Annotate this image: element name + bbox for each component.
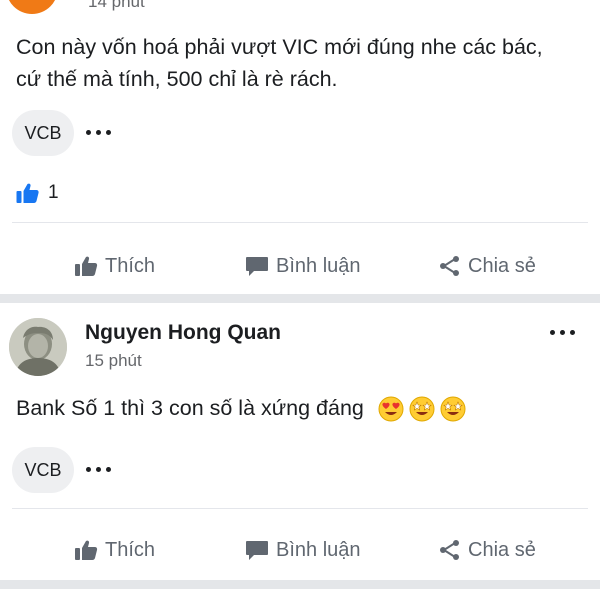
post1-avatar[interactable]	[6, 0, 58, 14]
post2-divider	[12, 508, 588, 509]
like-label: Thích	[105, 538, 156, 561]
share-icon	[440, 256, 459, 276]
post2-timestamp: 15 phút	[85, 351, 142, 370]
post1-text-line-2: cứ thế mà tính, 500 chỉ là rè rách.	[16, 67, 338, 91]
avatar-portrait-icon	[9, 318, 67, 376]
star-struck-emoji-icon	[409, 396, 435, 422]
post2-action-bar: Thích Bình luận Chia sẻ	[0, 530, 600, 570]
comment-bubble-icon	[246, 541, 268, 560]
post2-comment-button[interactable]: Bình luận	[245, 539, 361, 562]
post2-options-icon[interactable]	[550, 330, 575, 335]
post-separator	[0, 294, 600, 303]
post2-like-button[interactable]: Thích	[74, 539, 155, 562]
post1-comment-button[interactable]: Bình luận	[245, 255, 361, 278]
post2-emojis	[378, 396, 466, 422]
post1-tag-pill[interactable]: VCB	[12, 110, 74, 156]
like-thumb-icon	[16, 183, 39, 203]
post1-share-button[interactable]: Chia sẻ	[439, 255, 536, 278]
comment-label: Bình luận	[276, 538, 361, 561]
post1-more-tags-icon[interactable]	[86, 130, 111, 135]
post1-text-line-1: Con này vốn hoá phải vượt VIC mới đúng n…	[16, 35, 543, 59]
post2-share-button[interactable]: Chia sẻ	[439, 539, 536, 562]
share-icon	[440, 540, 459, 560]
post1-action-bar: Thích Bình luận Chia sẻ	[0, 246, 600, 286]
post1-like-count: 1	[48, 182, 59, 203]
post2-text: Bank Số 1 thì 3 con số là xứng đáng	[16, 396, 364, 420]
post1-like-button[interactable]: Thích	[74, 255, 155, 278]
share-label: Chia sẻ	[468, 254, 536, 277]
thumb-up-icon	[75, 256, 98, 276]
comment-label: Bình luận	[276, 254, 361, 277]
post1-timestamp: 14 phút	[88, 0, 145, 11]
post2-author-name[interactable]: Nguyen Hong Quan	[85, 321, 281, 345]
post1-divider	[12, 222, 588, 223]
like-label: Thích	[105, 254, 156, 277]
star-struck-emoji-icon	[440, 396, 466, 422]
post2-author-avatar[interactable]	[9, 318, 67, 376]
share-label: Chia sẻ	[468, 538, 536, 561]
post2-more-tags-icon[interactable]	[86, 467, 111, 472]
thumb-up-icon	[75, 540, 98, 560]
post1-like-summary[interactable]: 1	[15, 182, 59, 204]
post-separator	[0, 580, 600, 589]
comment-bubble-icon	[246, 257, 268, 276]
heart-eyes-emoji-icon	[378, 396, 404, 422]
post2-text-row: Bank Số 1 thì 3 con số là xứng đáng	[16, 392, 466, 424]
post2-tag-pill[interactable]: VCB	[12, 447, 74, 493]
